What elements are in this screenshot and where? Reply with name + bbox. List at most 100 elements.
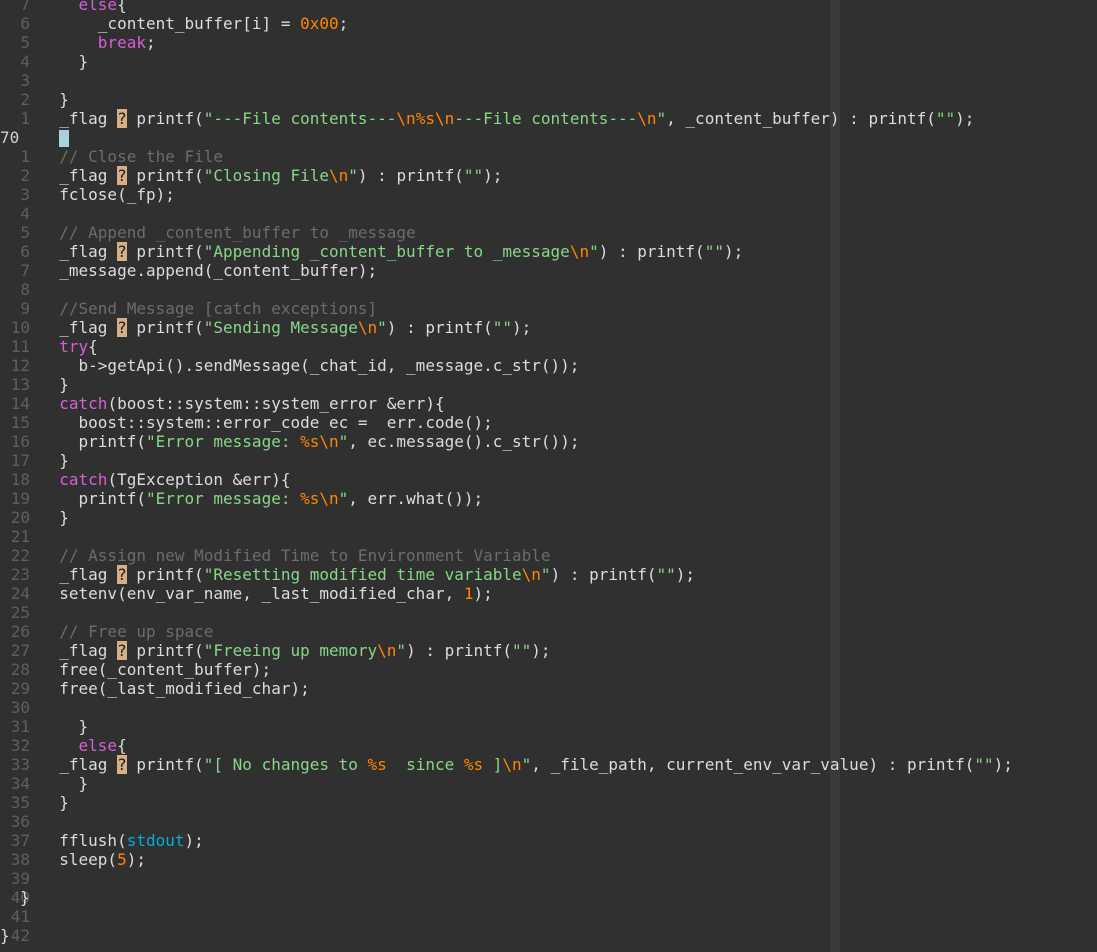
token: free(_content_buffer); [40,660,272,679]
code-line[interactable]: 20 } [0,508,1097,527]
line-number: 24 [10,584,30,603]
code-line[interactable]: 23 _flag ? printf("Resetting modified ti… [0,565,1097,584]
code-line[interactable]: 3 [0,71,1097,90]
code-text: printf("Error message: %s\n", ec.message… [40,432,580,451]
code-text: try{ [40,337,98,356]
code-line[interactable]: 5 // Append _content_buffer to _message [0,223,1097,242]
code-line[interactable]: 42} [0,926,1097,945]
code-line[interactable]: 24 setenv(env_var_name, _last_modified_c… [0,584,1097,603]
code-line[interactable]: 30 [0,698,1097,717]
code-line[interactable]: 18 catch(TgException &err){ [0,470,1097,489]
code-line[interactable]: 1 // Close the File [0,147,1097,166]
line-number: 5 [20,223,30,242]
code-line[interactable]: 13 } [0,375,1097,394]
token: _message.append(_content_buffer); [40,261,378,280]
code-line[interactable]: 28 free(_content_buffer); [0,660,1097,679]
code-line[interactable]: 29 free(_last_modified_char); [0,679,1097,698]
token-q: ? [117,641,127,660]
code-line[interactable]: 38 sleep(5); [0,850,1097,869]
code-line[interactable]: 33 _flag ? printf("[ No changes to %s si… [0,755,1097,774]
code-line[interactable]: 2 _flag ? printf("Closing File\n") : pri… [0,166,1097,185]
line-number: 12 [10,356,30,375]
token-str: ] [483,755,503,774]
line-number: 2 [20,90,30,109]
code-line[interactable]: 14 catch(boost::system::system_error &er… [0,394,1097,413]
code-text: _message.append(_content_buffer); [40,261,377,280]
code-line[interactable]: 16 printf("Error message: %s\n", ec.mess… [0,432,1097,451]
line-number: 23 [10,565,30,584]
token: } [40,508,69,527]
code-line[interactable]: 21 [0,527,1097,546]
code-text: _flag ? printf("Sending Message\n") : pr… [40,318,531,337]
code-text: b->getApi().sendMessage(_chat_id, _messa… [40,356,580,375]
token-str: ---File contents--- [454,109,638,128]
code-line[interactable]: 4 [0,204,1097,223]
code-line[interactable]: 26 // Free up space [0,622,1097,641]
token: ) : printf( [386,318,493,337]
code-line[interactable]: 10 _flag ? printf("Sending Message\n") :… [0,318,1097,337]
code-line[interactable]: 34 } [0,774,1097,793]
code-line[interactable]: 37 fflush(stdout); [0,831,1097,850]
code-line[interactable]: 31 } [0,717,1097,736]
code-line[interactable]: 25 [0,603,1097,622]
token: ); [723,242,744,261]
token-cy: stdout [126,831,185,850]
token: free(_last_modified_char); [40,679,310,698]
code-line[interactable]: 6 _flag ? printf("Appending _content_buf… [0,242,1097,261]
token: ; [145,33,156,52]
token-esc: \n [396,109,416,128]
current-line[interactable]: 70 [0,128,1097,147]
code-line[interactable]: 19 printf("Error message: %s\n", err.wha… [0,489,1097,508]
token-str: "Error message: [145,432,301,451]
code-line[interactable]: 22 // Assign new Modified Time to Enviro… [0,546,1097,565]
code-text: _content_buffer[i] = 0x00; [40,14,348,33]
code-text: } [40,793,69,812]
token: ) : printf( [406,641,513,660]
code-line[interactable]: 6 _content_buffer[i] = 0x00; [0,14,1097,33]
code-line[interactable]: 27 _flag ? printf("Freeing up memory\n")… [0,641,1097,660]
token-str: "Freeing up memory [203,641,378,660]
line-number: 70 [0,128,20,147]
token: setenv(env_var_name, _last_modified_char… [40,584,464,603]
line-number: 34 [10,774,30,793]
token: printf( [126,109,204,128]
code-line[interactable]: 7 else{ [0,0,1097,14]
code-text: free(_last_modified_char); [40,679,310,698]
token-kw: else [78,736,118,755]
code-text: break; [40,33,156,52]
code-line[interactable]: 9 //Send Message [catch exceptions] [0,299,1097,318]
code-line[interactable]: 39 [0,869,1097,888]
code-line[interactable]: 36 [0,812,1097,831]
code-line[interactable]: 2 } [0,90,1097,109]
code-line[interactable]: 17 } [0,451,1097,470]
code-line[interactable]: 5 break; [0,33,1097,52]
code-line[interactable]: 1 _flag ? printf("---File contents---\n%… [0,109,1097,128]
token: } [0,926,10,945]
token-str: "Closing File [203,166,329,185]
line-number: 38 [10,850,30,869]
line-number: 39 [10,869,30,888]
code-line[interactable]: 11 try{ [0,337,1097,356]
line-number: 18 [10,470,30,489]
token-kw: try [59,337,89,356]
code-line[interactable]: 41 [0,907,1097,926]
code-line[interactable]: 15 boost::system::error_code ec = err.co… [0,413,1097,432]
token-esc: \n [434,109,455,128]
code-line[interactable]: 35 } [0,793,1097,812]
code-text: else{ [40,0,127,14]
token: { [117,736,127,755]
code-editor[interactable]: 7 else{6 _content_buffer[i] = 0x00; 5 bre… [0,0,1097,952]
code-line[interactable]: 4 } [0,52,1097,71]
line-number: 10 [10,318,30,337]
code-line[interactable]: 3 fclose(_fp); [0,185,1097,204]
token: _flag [40,242,118,261]
code-line[interactable]: 12 b->getApi().sendMessage(_chat_id, _me… [0,356,1097,375]
code-text: boost::system::error_code ec = err.code(… [40,413,493,432]
code-line[interactable]: 40} [0,888,1097,907]
code-line[interactable]: 8 [0,280,1097,299]
code-line[interactable]: 7 _message.append(_content_buffer); [0,261,1097,280]
code-line[interactable]: 32 else{ [0,736,1097,755]
